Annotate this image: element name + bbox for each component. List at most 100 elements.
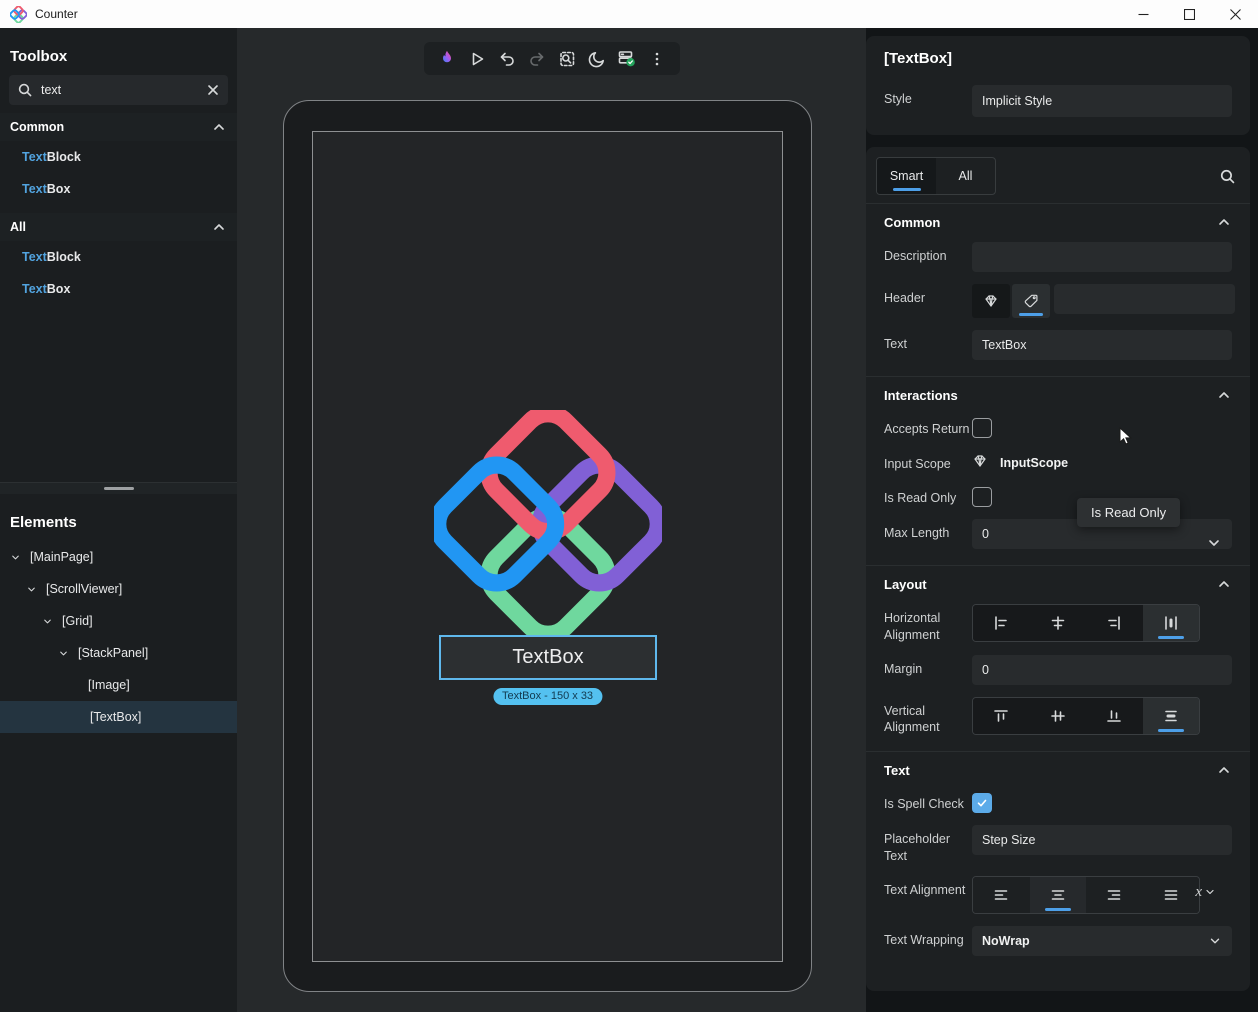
splitter-handle-icon [104,487,134,490]
section-common: Common Description Header [866,203,1250,376]
tree-node-image[interactable]: [Image] [0,669,237,701]
toolbox-section-all[interactable]: All [0,213,237,241]
maximize-button[interactable] [1166,0,1212,28]
search-properties-icon[interactable] [1219,168,1236,185]
connection-status-button[interactable] [612,42,642,75]
align-right-icon [1105,614,1123,632]
max-length-label: Max Length [884,519,972,549]
text-wrapping-dropdown[interactable]: NoWrap [972,926,1232,956]
chevron-up-icon[interactable] [1216,576,1232,592]
app-image-logo[interactable] [434,410,662,638]
tab-all[interactable]: All [936,158,995,194]
toolbox-title: Toolbox [0,28,237,75]
chevron-down-icon[interactable] [10,552,22,563]
align-stretch-v-button[interactable] [1143,698,1200,734]
toolbox-item-textbox[interactable]: TextBox [0,273,237,305]
play-button[interactable] [462,42,492,75]
input-scope-label: Input Scope [884,450,972,472]
chevron-up-icon[interactable] [211,119,227,135]
chevron-down-icon[interactable] [1206,535,1222,551]
more-menu-button[interactable] [642,42,672,75]
margin-input[interactable] [972,655,1232,685]
text-alignment-label: Text Alignment [884,876,972,914]
placeholder-text-input[interactable] [972,825,1232,855]
align-stretch-v-icon [1162,707,1180,725]
selection-size-badge: TextBox - 150 x 33 [493,688,602,705]
toolbox-section-common[interactable]: Common [0,113,237,141]
text-align-center-button[interactable] [1030,877,1087,913]
header-binding-button[interactable] [972,284,1010,318]
tree-node-stackpanel[interactable]: [StackPanel] [0,637,237,669]
toolbox-item-textbox[interactable]: TextBox [0,173,237,205]
is-spell-check-label: Is Spell Check [884,790,972,813]
toolbox-panel: Toolbox Common TextBlock TextBox All [0,28,237,1012]
style-input[interactable] [972,85,1232,117]
moon-icon [588,50,606,68]
tree-node-textbox-selected[interactable]: [TextBox] [0,701,237,733]
undo-icon [498,50,516,68]
xbind-dropdown[interactable]: x [1195,884,1216,901]
description-input[interactable] [972,242,1232,272]
text-align-left-button[interactable] [973,877,1030,913]
theme-toggle-button[interactable] [582,42,612,75]
selected-indicator [1158,636,1184,639]
chevron-down-icon [1204,886,1216,898]
chevron-up-icon[interactable] [1216,762,1232,778]
vertical-alignment-group [972,697,1200,735]
tree-node-scrollviewer[interactable]: [ScrollViewer] [0,573,237,605]
is-read-only-checkbox[interactable] [972,487,992,507]
undo-button[interactable] [492,42,522,75]
align-center-v-button[interactable] [1030,698,1087,734]
text-align-right-button[interactable] [1086,877,1143,913]
section-layout: Layout Horizontal Alignment [866,565,1250,751]
text-input[interactable] [972,330,1232,360]
tag-icon [1023,293,1039,309]
is-spell-check-checkbox[interactable] [972,793,992,813]
chevron-up-icon[interactable] [211,219,227,235]
tab-smart[interactable]: Smart [877,158,936,194]
chevron-down-icon[interactable] [58,648,70,659]
elements-title: Elements [0,494,237,541]
chevron-up-icon[interactable] [1216,214,1232,230]
inspect-region-button[interactable] [552,42,582,75]
gem-icon [983,293,999,309]
toolbox-search-input[interactable] [41,83,206,97]
design-canvas[interactable]: TextBox TextBox - 150 x 33 [237,28,866,1012]
tree-node-mainpage[interactable]: [MainPage] [0,541,237,573]
align-top-button[interactable] [973,698,1030,734]
header-input[interactable] [1054,284,1235,314]
redo-button[interactable] [522,42,552,75]
header-literal-button[interactable] [1012,284,1050,318]
toolbox-search[interactable] [9,75,228,105]
align-stretch-h-button[interactable] [1143,605,1200,641]
search-icon [17,82,33,98]
clear-search-icon[interactable] [206,83,220,97]
chevron-down-icon[interactable] [42,616,54,627]
inspector-header-card: [TextBox] Style [866,36,1250,135]
align-stretch-h-icon [1162,614,1180,632]
inspector-body-card: Smart All Common [866,147,1250,991]
input-scope-value[interactable]: InputScope [1000,453,1068,472]
align-left-button[interactable] [973,605,1030,641]
toolbox-item-textblock[interactable]: TextBlock [0,141,237,173]
text-align-justify-icon [1162,886,1180,904]
description-label: Description [884,242,972,272]
align-bottom-button[interactable] [1086,698,1143,734]
placeholder-text-label: Placeholder Text [884,825,972,864]
toolbox-item-textblock[interactable]: TextBlock [0,241,237,273]
panel-splitter[interactable] [0,482,237,494]
align-right-button[interactable] [1086,605,1143,641]
tree-node-grid[interactable]: [Grid] [0,605,237,637]
canvas-textbox-selected[interactable]: TextBox [439,635,657,680]
hot-reload-button[interactable] [432,42,462,75]
align-center-h-button[interactable] [1030,605,1087,641]
text-align-justify-button[interactable] [1143,877,1200,913]
property-inspector: [TextBox] Style Smart All [866,28,1258,1012]
align-center-h-icon [1049,614,1067,632]
accepts-return-checkbox[interactable] [972,418,992,438]
chevron-up-icon[interactable] [1216,387,1232,403]
chevron-down-icon[interactable] [26,584,38,595]
close-button[interactable] [1212,0,1258,28]
minimize-button[interactable] [1120,0,1166,28]
check-icon [976,797,988,809]
